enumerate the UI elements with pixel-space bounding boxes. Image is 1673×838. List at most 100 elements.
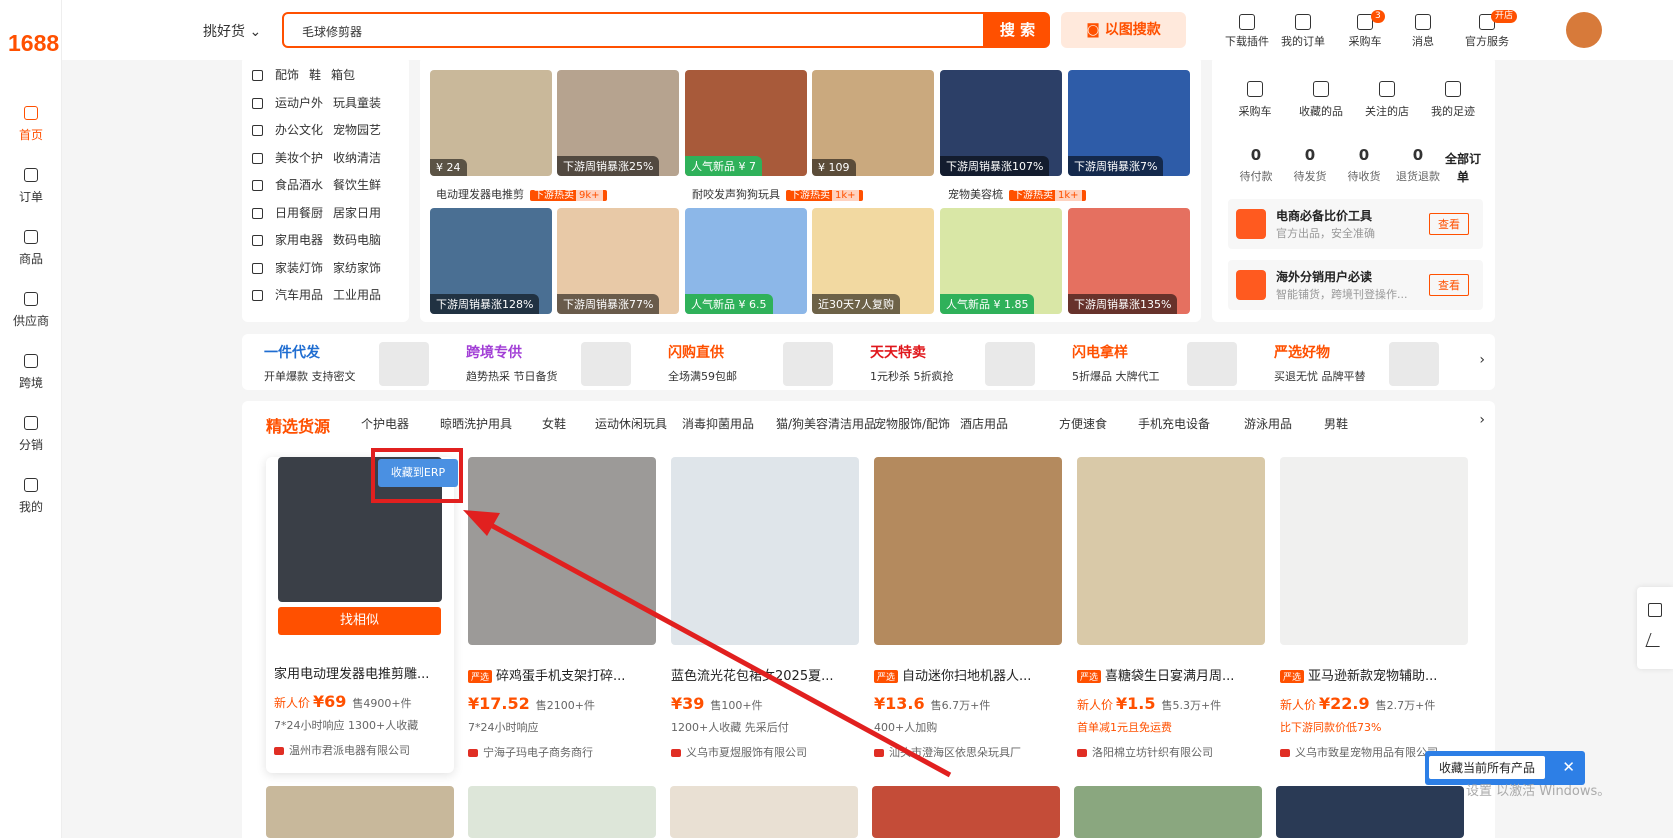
- search-input[interactable]: 毛球修剪器: [282, 12, 985, 48]
- nav-item-6[interactable]: 我的: [0, 472, 62, 530]
- tab-8[interactable]: 方便速食: [1059, 415, 1107, 432]
- grid-product-image[interactable]: 下游周销暴涨7%: [1068, 70, 1190, 176]
- image-search-button[interactable]: ◙ 以图搜款: [1061, 12, 1186, 48]
- grid-product-image[interactable]: 人气新品 ¥ 7: [685, 70, 807, 176]
- tab-6[interactable]: 宠物服饰/配饰: [874, 415, 950, 432]
- promo-view-button[interactable]: 查看: [1429, 274, 1469, 296]
- edit-icon[interactable]: [1645, 633, 1665, 647]
- order-status-0[interactable]: 0 待付款: [1230, 146, 1282, 184]
- channel-item-0[interactable]: 一件代发 开单爆款 支持密文: [264, 342, 464, 386]
- product-image-row2[interactable]: [1074, 786, 1262, 838]
- product-title[interactable]: 严选 亚马逊新款宠物辅助...: [1280, 665, 1468, 684]
- hot-group-header[interactable]: 耐咬发声狗狗玩具 下游热卖 1k+: [692, 186, 863, 202]
- order-status-2[interactable]: 0 待收货: [1338, 146, 1390, 184]
- category-link[interactable]: 家纺家饰: [333, 261, 381, 275]
- product-image[interactable]: [468, 457, 656, 645]
- grid-product-image[interactable]: 下游周销暴涨107%: [940, 70, 1062, 176]
- nav-item-3[interactable]: 供应商: [0, 286, 62, 344]
- quick-link-1[interactable]: 收藏的品: [1288, 81, 1354, 119]
- category-link[interactable]: 餐饮生鲜: [333, 178, 381, 192]
- tab-3[interactable]: 运动休闲玩具: [595, 415, 667, 432]
- grid-product-image[interactable]: 下游周销暴涨135%: [1068, 208, 1190, 314]
- promo-card[interactable]: 电商必备比价工具 官方出品，安全准确 查看: [1228, 199, 1483, 249]
- top-nav-1[interactable]: 我的订单: [1273, 10, 1333, 49]
- shop-name[interactable]: 汕头市澄海区依思朵玩具厂: [874, 744, 1021, 760]
- grid-product-image[interactable]: 人气新品 ¥ 1.85: [940, 208, 1062, 314]
- channel-item-2[interactable]: 闪购直供 全场满59包邮: [668, 342, 868, 386]
- category-link[interactable]: 工业用品: [333, 288, 381, 302]
- top-nav-0[interactable]: 下载插件: [1217, 10, 1277, 49]
- category-link[interactable]: 收纳清洁: [333, 151, 381, 165]
- grid-product-image[interactable]: 近30天7人复购: [812, 208, 934, 314]
- shop-name[interactable]: 义乌市致星宠物用品有限公司: [1280, 744, 1438, 760]
- category-link[interactable]: 家用电器: [275, 233, 323, 247]
- close-icon[interactable]: ✕: [1562, 758, 1575, 776]
- avatar[interactable]: [1566, 12, 1602, 48]
- shop-name[interactable]: 义乌市夏煜服饰有限公司: [671, 744, 807, 760]
- chevron-right-icon[interactable]: ›: [1479, 352, 1485, 368]
- product-image[interactable]: [671, 457, 859, 645]
- grid-product-image[interactable]: 下游周销暴涨77%: [557, 208, 679, 314]
- top-nav-2[interactable]: 采购车 3: [1335, 10, 1395, 49]
- channel-item-4[interactable]: 闪电拿样 5折爆品 大牌代工: [1072, 342, 1272, 386]
- channel-item-5[interactable]: 严选好物 买退无忧 品牌平替: [1274, 342, 1474, 386]
- top-nav-3[interactable]: 消息: [1393, 10, 1453, 49]
- nav-item-5[interactable]: 分销: [0, 410, 62, 468]
- grid-product-image[interactable]: ¥ 109: [812, 70, 934, 176]
- category-link[interactable]: 办公文化: [275, 123, 323, 137]
- grid-product-image[interactable]: 下游周销暴涨128%: [430, 208, 552, 314]
- nav-item-4[interactable]: 跨境: [0, 348, 62, 406]
- tab-5[interactable]: 猫/狗美容清洁用品: [776, 415, 876, 432]
- product-card-hover-overlay[interactable]: 找相似 家用电动理发器电推剪雕... 新人价 ¥69 售4900+件 7*24小时响应 …: [266, 457, 454, 773]
- tab-2[interactable]: 女鞋: [542, 415, 566, 432]
- hot-group-header[interactable]: 宠物美容梳 下游热卖 1k+: [948, 186, 1086, 202]
- tab-1[interactable]: 晾晒洗护用具: [440, 415, 512, 432]
- product-image-row2[interactable]: [1276, 786, 1464, 838]
- category-link[interactable]: 鞋: [309, 68, 321, 82]
- grid-product-image[interactable]: 下游周销暴涨25%: [557, 70, 679, 176]
- category-link[interactable]: 数码电脑: [333, 233, 381, 247]
- category-link[interactable]: 运动户外: [275, 96, 323, 110]
- product-title[interactable]: 家用电动理发器电推剪雕...: [274, 663, 446, 682]
- promo-card[interactable]: 海外分销用户必读 智能铺货，跨境刊登操作... 查看: [1228, 260, 1483, 310]
- product-card[interactable]: 蓝色流光花包裙女2025夏... ¥39 售100+件 1200+人收藏 先采后付 义乌…: [671, 457, 859, 779]
- product-card[interactable]: 家用电动理发器电推剪雕... 新人价 ¥69 售4900+件 7*24小时响应 1300…: [266, 457, 454, 779]
- nav-item-1[interactable]: 订单: [0, 162, 62, 220]
- category-link[interactable]: 配饰: [275, 68, 299, 82]
- all-orders-link[interactable]: 全部订单: [1443, 150, 1483, 186]
- product-title[interactable]: 严选 喜糖袋生日宴满月周...: [1077, 665, 1265, 684]
- product-image[interactable]: [1077, 457, 1265, 645]
- site-logo[interactable]: 1688: [8, 30, 59, 57]
- category-link[interactable]: 美妆个护: [275, 151, 323, 165]
- product-image-row2[interactable]: [670, 786, 858, 838]
- shop-name[interactable]: 洛阳棉立坊针织有限公司: [1077, 744, 1213, 760]
- tab-7[interactable]: 酒店用品: [960, 415, 1008, 432]
- note-icon[interactable]: [1648, 603, 1662, 617]
- channel-item-1[interactable]: 跨境专供 趋势热采 节日备货: [466, 342, 666, 386]
- search-button[interactable]: 搜 索: [985, 12, 1050, 48]
- category-link[interactable]: 日用餐厨: [275, 206, 323, 220]
- product-image-row2[interactable]: [872, 786, 1060, 838]
- search-picker-dropdown[interactable]: 挑好货 ⌄: [203, 21, 261, 41]
- quick-link-0[interactable]: 采购车: [1222, 81, 1288, 119]
- chevron-right-icon[interactable]: ›: [1479, 412, 1485, 428]
- tab-9[interactable]: 手机充电设备: [1138, 415, 1210, 432]
- category-link[interactable]: 汽车用品: [275, 288, 323, 302]
- tab-4[interactable]: 消毒抑菌用品: [682, 415, 754, 432]
- shop-name[interactable]: 宁海子玛电子商务商行: [468, 744, 593, 760]
- order-status-1[interactable]: 0 待发货: [1284, 146, 1336, 184]
- product-image[interactable]: [874, 457, 1062, 645]
- category-link[interactable]: 宠物园艺: [333, 123, 381, 137]
- category-link[interactable]: 居家日用: [333, 206, 381, 220]
- category-link[interactable]: 箱包: [331, 68, 355, 82]
- grid-product-image[interactable]: 人气新品 ¥ 6.5: [685, 208, 807, 314]
- category-link[interactable]: 家装灯饰: [275, 261, 323, 275]
- promo-view-button[interactable]: 查看: [1429, 213, 1469, 235]
- product-title[interactable]: 严选 碎鸡蛋手机支架打碎...: [468, 665, 656, 684]
- hot-group-header[interactable]: 电动理发器电推剪 下游热卖 9k+: [436, 186, 607, 202]
- order-status-3[interactable]: 0 退货退款: [1392, 146, 1444, 184]
- shop-name[interactable]: 温州市君派电器有限公司: [274, 742, 410, 758]
- product-image[interactable]: [1280, 457, 1468, 645]
- tab-11[interactable]: 男鞋: [1324, 415, 1348, 432]
- tab-0[interactable]: 个护电器: [361, 415, 409, 432]
